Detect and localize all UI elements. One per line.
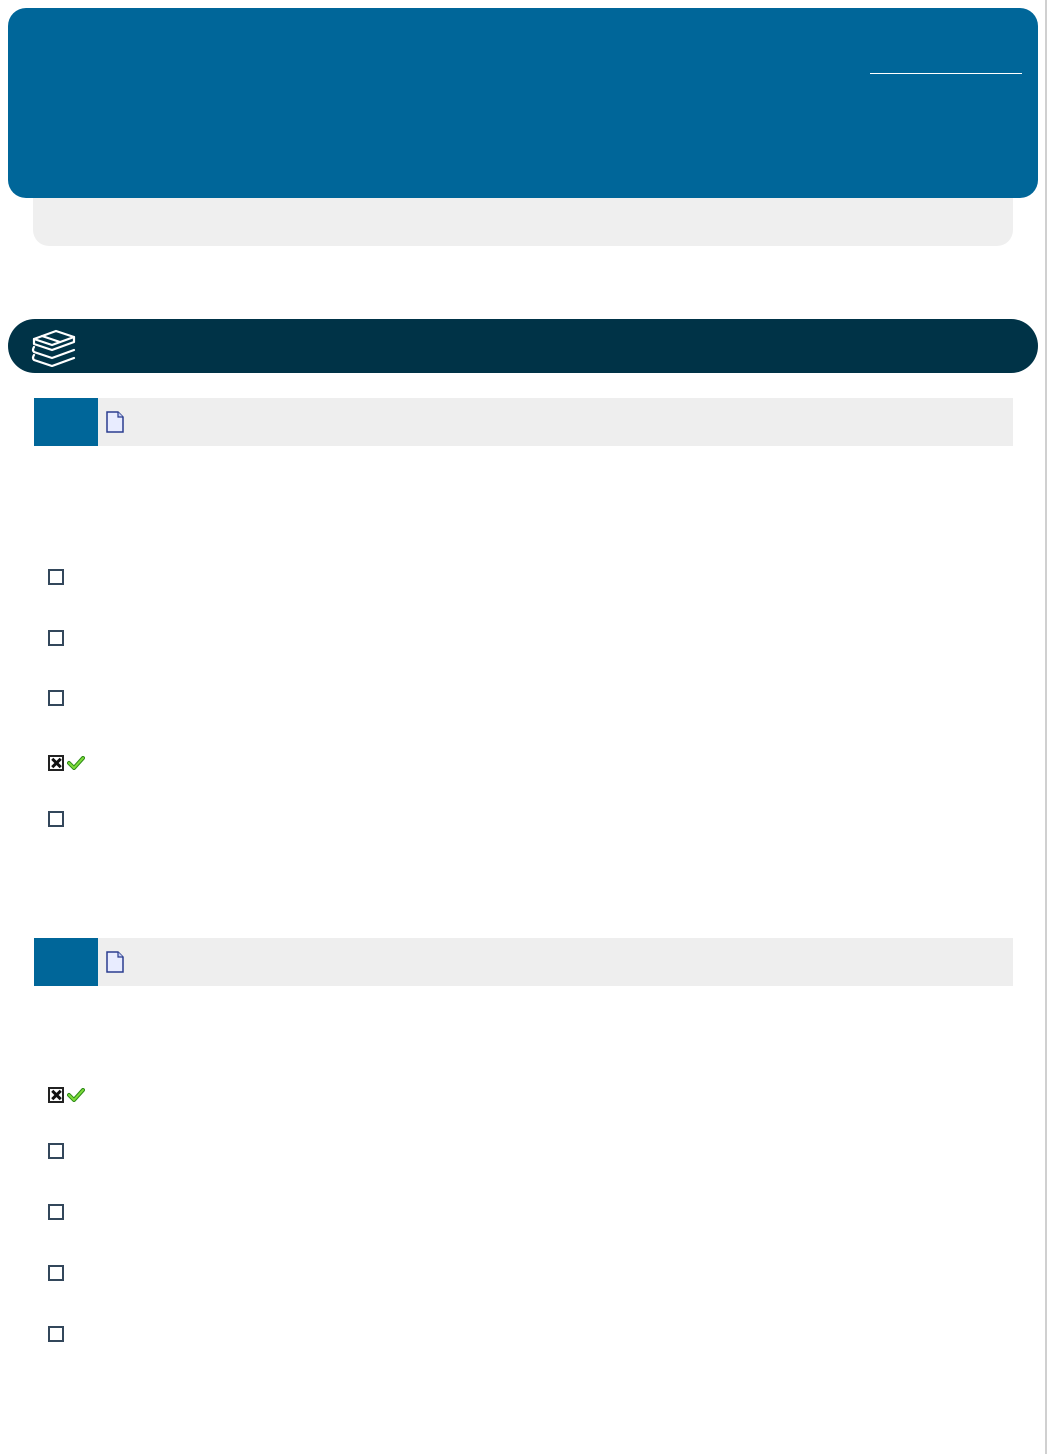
answer-option[interactable] <box>48 627 72 649</box>
answer-option[interactable] <box>48 1084 93 1106</box>
checkbox[interactable] <box>48 1326 64 1342</box>
correct-check-icon <box>67 756 85 770</box>
document-icon <box>106 951 124 973</box>
document-icon <box>106 411 124 433</box>
page-header <box>8 8 1038 198</box>
question-header <box>34 398 1013 446</box>
answer-option[interactable] <box>48 1140 72 1162</box>
answer-option[interactable] <box>48 687 72 709</box>
question-header <box>34 938 1013 986</box>
checkbox[interactable] <box>48 1265 64 1281</box>
answer-option[interactable] <box>48 752 93 774</box>
sub-header-bar <box>33 198 1013 246</box>
checked-checkbox[interactable] <box>48 1087 64 1103</box>
answer-option[interactable] <box>48 1262 72 1284</box>
correct-check-icon <box>67 1088 85 1102</box>
section-bar <box>8 319 1038 373</box>
checkbox[interactable] <box>48 690 64 706</box>
question-number <box>34 398 98 446</box>
checkbox[interactable] <box>48 1143 64 1159</box>
checkbox[interactable] <box>48 569 64 585</box>
answer-option[interactable] <box>48 1201 72 1223</box>
header-divider <box>870 73 1022 74</box>
checkbox[interactable] <box>48 1204 64 1220</box>
checkbox[interactable] <box>48 630 64 646</box>
checkbox[interactable] <box>48 811 64 827</box>
books-icon <box>31 329 76 367</box>
answer-option[interactable] <box>48 566 72 588</box>
checked-checkbox[interactable] <box>48 755 64 771</box>
answer-option[interactable] <box>48 808 72 830</box>
answer-option[interactable] <box>48 1323 72 1345</box>
question-number <box>34 938 98 986</box>
